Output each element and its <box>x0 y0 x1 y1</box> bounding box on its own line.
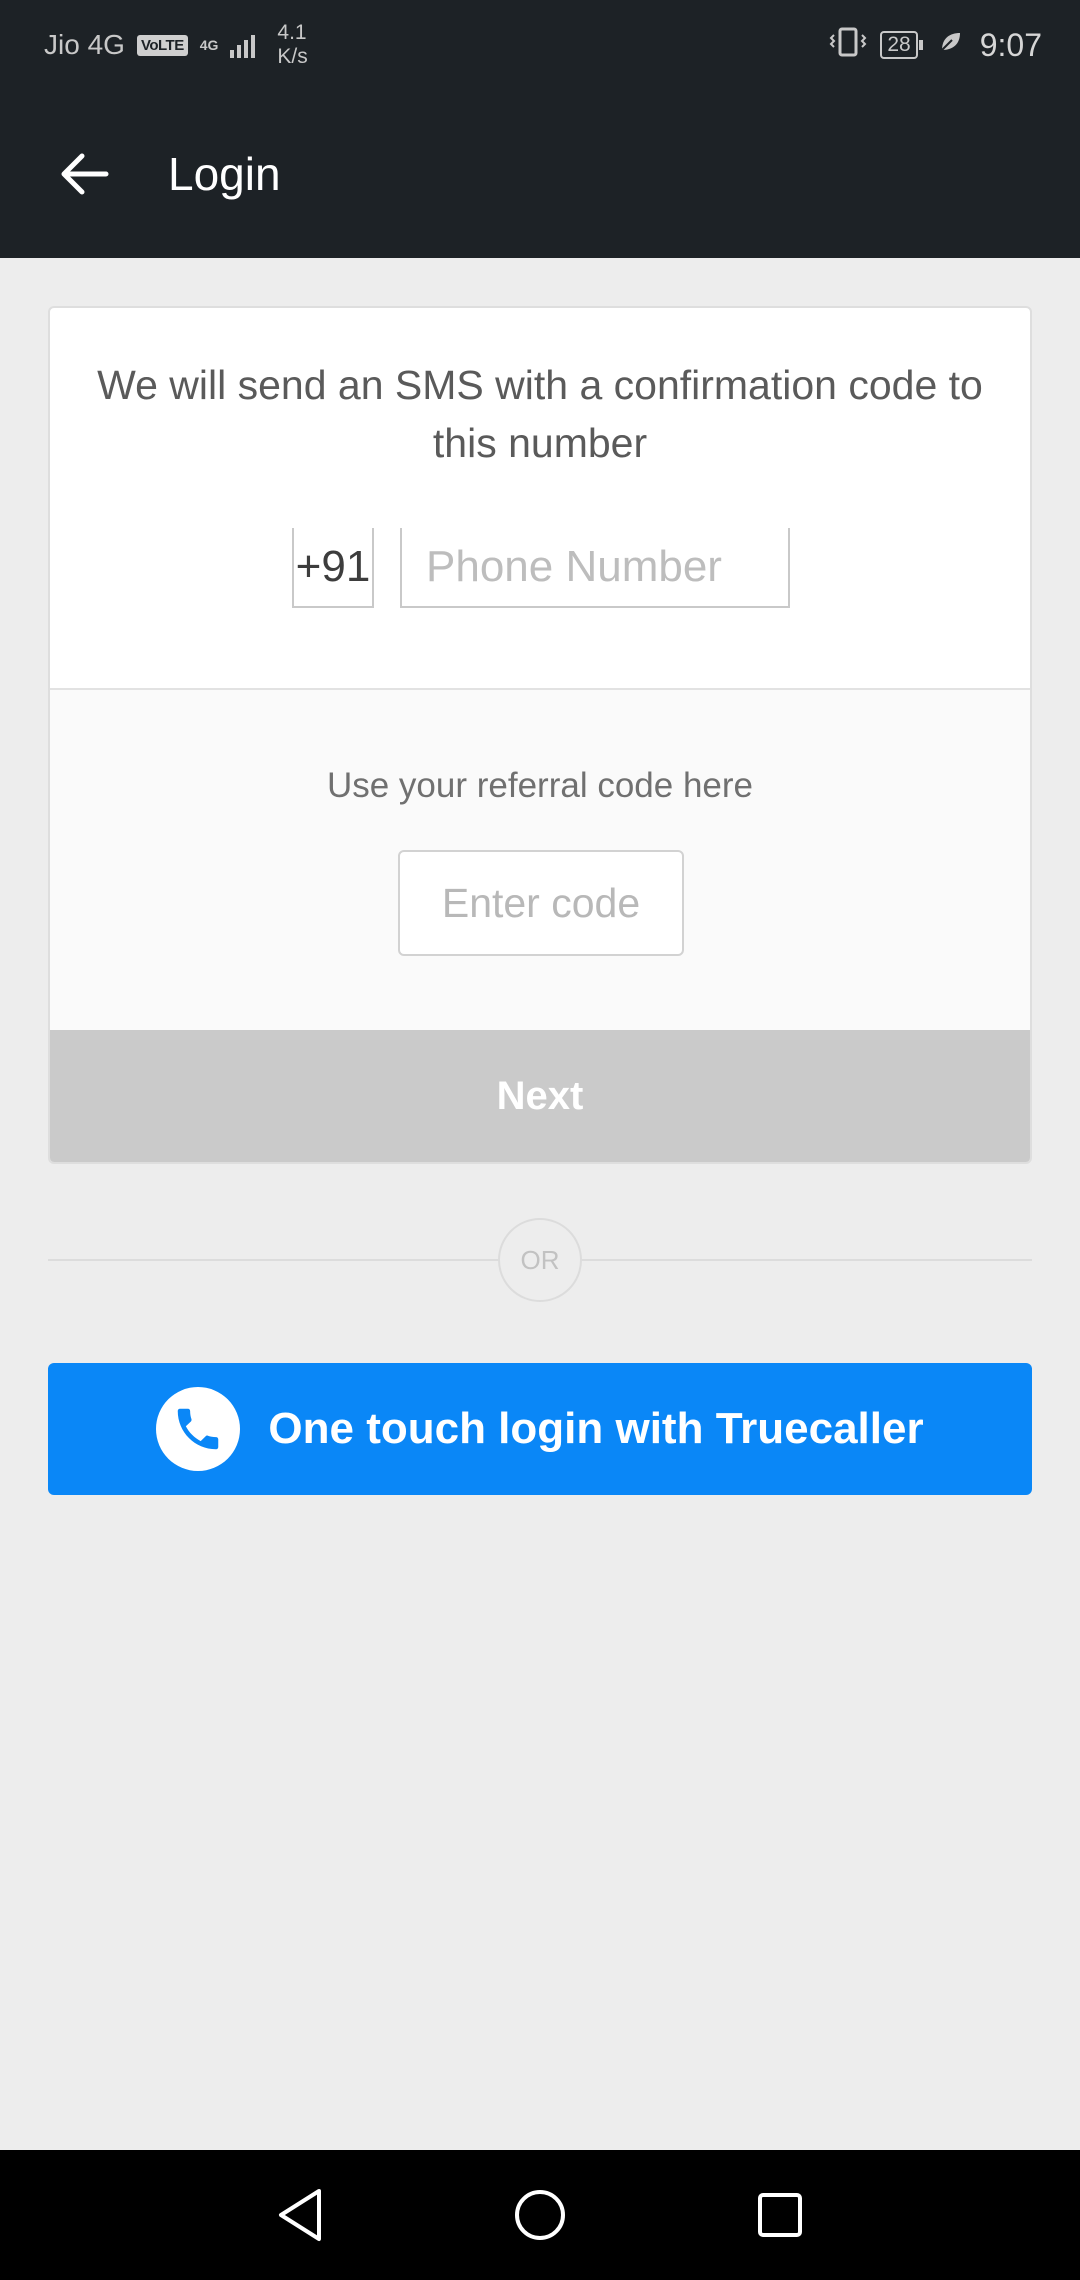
leaf-icon <box>938 29 962 61</box>
clock: 9:07 <box>979 26 1042 63</box>
carrier-label: Jio 4G <box>44 29 125 60</box>
battery-icon: 28 <box>880 31 924 59</box>
or-divider: OR <box>48 1218 1032 1302</box>
status-left: Jio 4G VoLTE 4G 4.1 K/s <box>44 21 308 69</box>
referral-label: Use your referral code here <box>326 766 754 805</box>
nav-home-button[interactable] <box>505 2180 575 2250</box>
nav-recents-button[interactable] <box>745 2180 815 2250</box>
navigation-bar <box>0 2150 1080 2280</box>
volte-badge: VoLTE <box>136 34 188 56</box>
phone-icon <box>156 1387 241 1471</box>
phone-number-input[interactable] <box>400 528 790 608</box>
or-label: OR <box>498 1218 582 1302</box>
network-speed: 4.1 K/s <box>277 21 307 69</box>
referral-code-input[interactable] <box>398 850 684 956</box>
truecaller-label: One touch login with Truecaller <box>268 1404 924 1453</box>
nav-back-button[interactable] <box>265 2180 335 2250</box>
sms-message: We will send an SMS with a confirmation … <box>97 362 983 466</box>
referral-section: Use your referral code here <box>50 690 1030 1030</box>
speed-unit: K/s <box>277 45 308 68</box>
back-button[interactable] <box>44 134 124 214</box>
arrow-left-icon <box>61 153 109 195</box>
triangle-back-icon <box>279 2189 321 2241</box>
square-recents-icon <box>758 2193 802 2237</box>
page-title: Login <box>168 148 281 200</box>
app-bar: Login <box>0 90 1080 258</box>
status-bar: Jio 4G VoLTE 4G 4.1 K/s 28 9:07 <box>0 0 1080 90</box>
speed-value: 4.1 <box>277 21 307 44</box>
vibrate-icon <box>828 27 868 64</box>
next-button[interactable]: Next <box>50 1030 1030 1162</box>
circle-home-icon <box>515 2190 565 2240</box>
login-card: We will send an SMS with a confirmation … <box>48 306 1032 1164</box>
network-type: 4G <box>199 37 219 53</box>
truecaller-login-button[interactable]: One touch login with Truecaller <box>48 1363 1032 1495</box>
status-right: 28 9:07 <box>828 27 1042 64</box>
signal-icon <box>230 32 256 58</box>
country-code[interactable]: +91 <box>292 528 374 608</box>
phone-section: We will send an SMS with a confirmation … <box>50 308 1030 690</box>
